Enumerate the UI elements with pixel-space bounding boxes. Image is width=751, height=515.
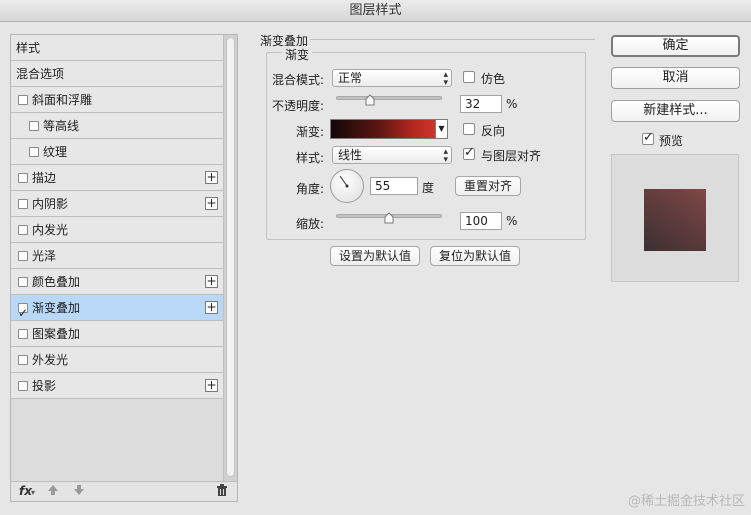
style-item-label: 光泽 (32, 249, 57, 263)
style-preview-box (611, 154, 739, 282)
style-item[interactable]: 等高线 (11, 113, 223, 139)
scale-unit: % (506, 214, 518, 228)
preview-label: 预览 (659, 134, 684, 148)
style-item[interactable]: 混合选项 (11, 61, 223, 87)
style-value: 线性 (338, 148, 363, 162)
styles-scrollbar[interactable] (223, 35, 237, 481)
scroll-thumb[interactable] (226, 37, 235, 477)
arrow-down-icon[interactable] (73, 484, 85, 499)
angle-input[interactable]: 55 (370, 177, 418, 195)
style-item-label: 描边 (32, 171, 57, 185)
add-effect-icon[interactable]: + (205, 275, 218, 288)
style-item-checkbox[interactable] (18, 329, 28, 339)
style-item[interactable]: 内阴影 + (11, 191, 223, 217)
scale-input[interactable]: 100 (460, 212, 502, 230)
dither-checkbox[interactable] (463, 71, 475, 83)
style-item-checkbox[interactable] (18, 277, 28, 287)
cancel-button[interactable]: 取消 (611, 67, 740, 89)
ok-button[interactable]: 确定 (611, 35, 740, 57)
style-item-checkbox[interactable] (29, 147, 39, 157)
reverse-checkbox[interactable] (463, 123, 475, 135)
style-item-checkbox[interactable] (18, 95, 28, 105)
angle-label: 角度: (295, 182, 324, 196)
style-item-checkbox[interactable] (18, 199, 28, 209)
align-with-layer-label: 与图层对齐 (481, 149, 542, 163)
style-item-label: 外发光 (32, 353, 69, 367)
style-item-checkbox[interactable] (18, 355, 28, 365)
style-label: 样式: (295, 151, 324, 165)
new-style-button[interactable]: 新建样式... (611, 100, 740, 122)
style-item-label: 样式 (16, 41, 41, 55)
opacity-unit: % (506, 97, 518, 111)
style-item[interactable]: 描边 + (11, 165, 223, 191)
style-item-label: 投影 (32, 379, 57, 393)
preview-checkbox[interactable] (642, 130, 654, 145)
style-item-checkbox[interactable] (29, 121, 39, 131)
styles-list: 样式混合选项斜面和浮雕等高线纹理描边 + 内阴影 + 内发光光泽颜色叠加 + 渐变叠加 + 图案… (11, 35, 223, 399)
select-arrows-icon: ▴ ▾ (443, 147, 448, 165)
layer-style-dialog: 样式混合选项斜面和浮雕等高线纹理描边 + 内阴影 + 内发光光泽颜色叠加 + 渐变叠加 + 图案… (0, 22, 751, 515)
style-item[interactable]: 斜面和浮雕 (11, 87, 223, 113)
select-arrows-icon: ▴ ▾ (443, 70, 448, 88)
styles-panel: 样式混合选项斜面和浮雕等高线纹理描边 + 内阴影 + 内发光光泽颜色叠加 + 渐变叠加 + 图案… (10, 34, 238, 502)
style-item-checkbox[interactable] (18, 381, 28, 391)
style-item[interactable]: 图案叠加 (11, 321, 223, 347)
fx-dropdown-icon[interactable]: ▾ (31, 488, 35, 497)
watermark: @稀土掘金技术社区 (627, 494, 745, 509)
set-as-default-button[interactable]: 设置为默认值 (330, 246, 420, 266)
style-item-label: 图案叠加 (32, 327, 81, 341)
style-item-checkbox[interactable] (18, 300, 28, 326)
reverse-label: 反向 (481, 124, 506, 138)
gradient-picker[interactable] (330, 119, 436, 139)
add-effect-icon[interactable]: + (205, 379, 218, 392)
reset-alignment-button[interactable]: 重置对齐 (455, 176, 521, 196)
style-item[interactable]: 投影 + (11, 373, 223, 399)
angle-unit: 度 (422, 181, 435, 195)
opacity-input[interactable]: 32 (460, 95, 502, 113)
trash-icon[interactable] (216, 484, 228, 500)
reset-to-default-button[interactable]: 复位为默认值 (430, 246, 520, 266)
add-effect-icon[interactable]: + (205, 301, 218, 314)
style-item[interactable]: 纹理 (11, 139, 223, 165)
group-title: 渐变 (282, 46, 313, 63)
blend-mode-select[interactable]: 正常 ▴ ▾ (332, 69, 452, 88)
style-item-label: 等高线 (43, 119, 80, 133)
styles-footer: fx ▾ (11, 481, 237, 501)
gradient-dropdown-icon[interactable]: ▼ (436, 119, 448, 139)
arrow-up-icon[interactable] (47, 484, 59, 499)
style-item[interactable]: 颜色叠加 + (11, 269, 223, 295)
opacity-slider-thumb[interactable] (365, 94, 375, 106)
style-item[interactable]: 外发光 (11, 347, 223, 373)
scale-slider-thumb[interactable] (384, 212, 394, 224)
window-title: 图层样式 (0, 0, 751, 22)
style-item[interactable]: 样式 (11, 35, 223, 61)
blend-mode-value: 正常 (338, 71, 363, 85)
style-item[interactable]: 光泽 (11, 243, 223, 269)
add-effect-icon[interactable]: + (205, 197, 218, 210)
preview-swatch (644, 189, 706, 251)
style-item-label: 纹理 (43, 145, 68, 159)
style-item-label: 混合选项 (16, 67, 65, 81)
gradient-label: 渐变: (295, 125, 324, 139)
opacity-slider-track[interactable] (336, 96, 442, 100)
style-item-label: 渐变叠加 (32, 301, 81, 315)
align-with-layer-checkbox[interactable] (463, 145, 475, 160)
add-effect-icon[interactable]: + (205, 171, 218, 184)
style-item-checkbox[interactable] (18, 173, 28, 183)
style-select[interactable]: 线性 ▴ ▾ (332, 146, 452, 165)
dither-label: 仿色 (481, 72, 506, 86)
style-item-checkbox[interactable] (18, 225, 28, 235)
blend-mode-label: 混合模式: (271, 73, 324, 87)
style-item[interactable]: 渐变叠加 + (11, 295, 223, 326)
style-item-label: 内阴影 (32, 197, 69, 211)
scale-label: 缩放: (295, 217, 324, 231)
style-item-label: 颜色叠加 (32, 275, 81, 289)
style-item-label: 斜面和浮雕 (32, 93, 93, 107)
style-item-checkbox[interactable] (18, 251, 28, 261)
angle-dial[interactable] (330, 169, 364, 203)
style-item[interactable]: 内发光 (11, 217, 223, 243)
style-item-label: 内发光 (32, 223, 69, 237)
opacity-label: 不透明度: (271, 99, 324, 113)
